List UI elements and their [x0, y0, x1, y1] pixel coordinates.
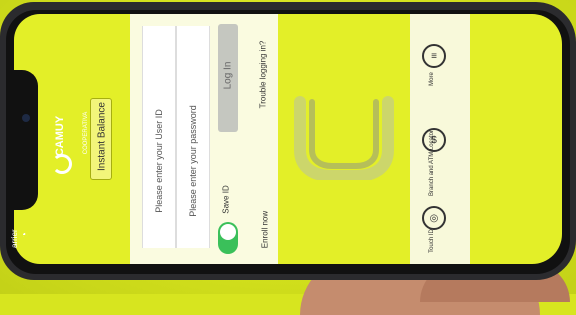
user-id-field[interactable]: Please enter your User ID: [142, 26, 176, 248]
carrier-label: arrier: [10, 229, 19, 248]
brand-tagline: COOPERATIVA: [83, 111, 89, 155]
touch-id-label: Touch ID: [429, 229, 435, 253]
login-button-label: Log In: [222, 61, 234, 90]
u-logo-icon: [294, 96, 394, 180]
login-button[interactable]: Log In: [218, 24, 238, 132]
brand-logo: CAMUY COOPERATIVA: [46, 100, 89, 180]
wifi-icon: ◔: [20, 231, 31, 238]
brand-name: CAMUY: [54, 115, 66, 157]
trouble-logging-in-link[interactable]: Trouble logging in?: [255, 20, 273, 140]
password-field[interactable]: Please enter your password: [176, 26, 210, 248]
instant-balance-button[interactable]: Instant Balance: [90, 98, 112, 180]
save-id-label: Save ID: [221, 185, 231, 214]
instant-balance-label: Instant Balance: [96, 102, 108, 171]
more-label: More: [429, 72, 435, 86]
trouble-logging-in-label: Trouble logging in?: [258, 40, 268, 109]
password-placeholder: Please enter your password: [188, 105, 198, 217]
enroll-now-label: Enroll now: [260, 210, 270, 249]
user-id-placeholder: Please enter your User ID: [154, 109, 164, 213]
branch-atm-label: Branch and ATM Locator: [429, 130, 435, 196]
